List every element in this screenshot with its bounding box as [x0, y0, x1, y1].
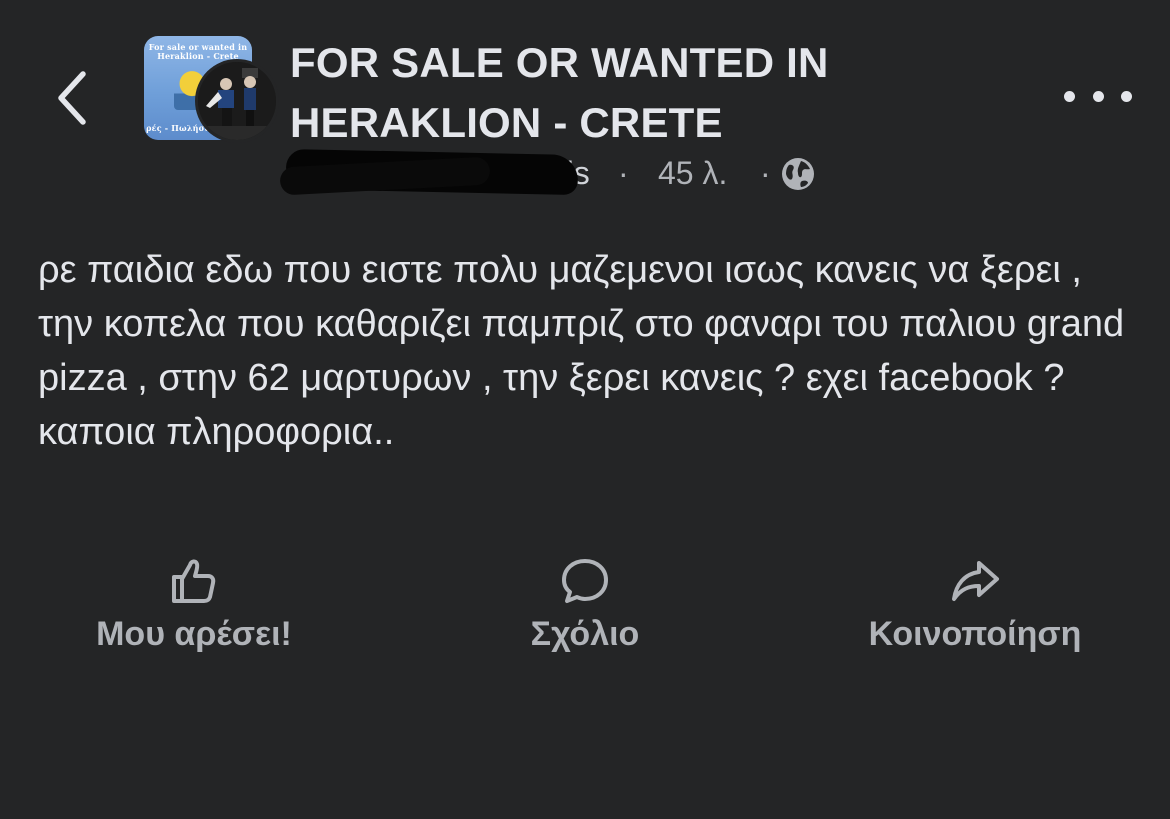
globe-icon	[782, 158, 814, 190]
like-label: Μου αρέσει!	[96, 615, 292, 653]
post-body-text: ρε παιδια εδω που ειστε πολυ μαζεμενοι ι…	[38, 249, 1125, 453]
group-title[interactable]: FOR SALE OR WANTED IN HERAKLION - CRETE	[290, 33, 930, 153]
post-meta: Mkis · 45 λ. ·	[279, 148, 846, 198]
comment-label: Σχόλιο	[530, 615, 640, 653]
share-label: Κοινοποίηση	[868, 615, 1082, 653]
meta-separator: ·	[760, 155, 771, 191]
back-button[interactable]	[44, 58, 100, 138]
post-view: For sale or wanted in Heraklion - Crete …	[0, 0, 1170, 819]
comment-button[interactable]: Σχόλιο	[455, 555, 715, 665]
comment-bubble-icon	[562, 559, 608, 603]
author-avatar-image	[198, 62, 276, 140]
thumbs-up-icon	[172, 559, 216, 603]
like-button[interactable]: Μου αρέσει!	[64, 555, 324, 665]
more-dot	[1092, 90, 1104, 102]
author-avatar[interactable]	[198, 62, 276, 140]
more-dot	[1064, 90, 1075, 102]
meta-separator: ·	[618, 155, 629, 191]
group-avatar-text-2: Heraklion - Crete	[157, 51, 239, 61]
more-options-button[interactable]	[1064, 82, 1132, 110]
share-arrow-icon	[952, 561, 999, 601]
more-dot	[1121, 90, 1132, 102]
share-button[interactable]: Κοινοποίηση	[835, 555, 1115, 665]
chevron-left-icon	[58, 71, 86, 125]
post-time[interactable]: 45 λ.	[658, 148, 727, 198]
